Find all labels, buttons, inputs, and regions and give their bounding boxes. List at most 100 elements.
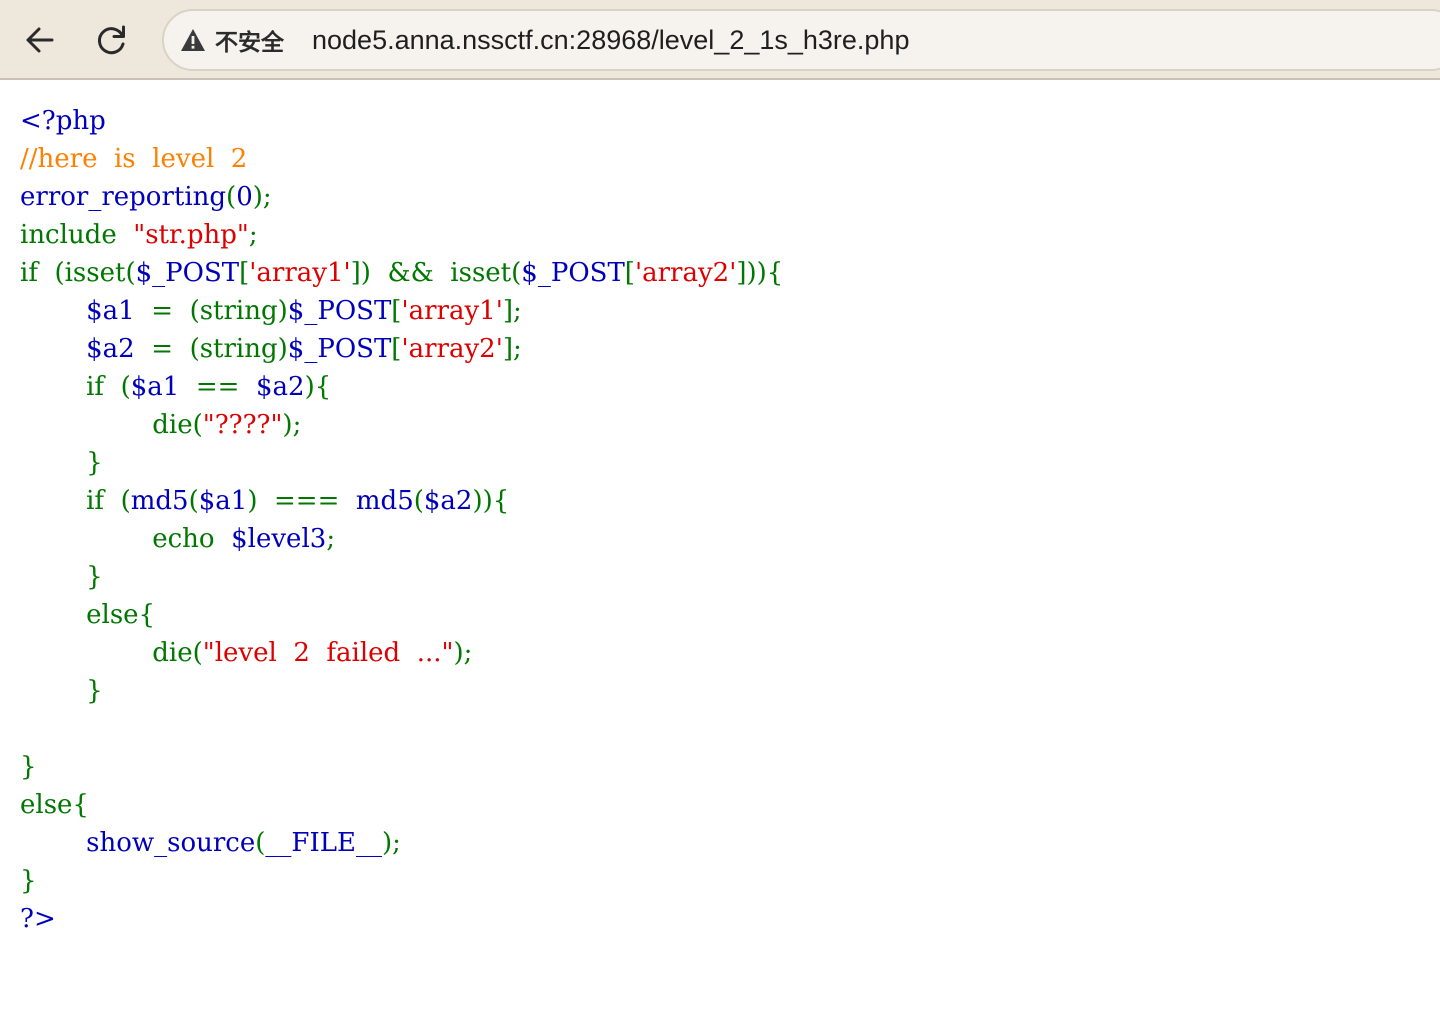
code-token: [ <box>391 334 402 364</box>
back-button[interactable] <box>16 16 64 64</box>
code-token: 0 <box>236 182 253 212</box>
code-token: ); <box>282 410 302 440</box>
code-token: = (string) <box>151 334 288 364</box>
code-token: ])){ <box>736 258 784 288</box>
code-token: $level3 <box>231 524 327 554</box>
code-token: include <box>20 220 134 250</box>
code-line: if ($a1 == $a2){ <box>20 368 1420 406</box>
code-token: 'array1' <box>401 296 503 326</box>
url-text[interactable]: node5.anna.nssctf.cn:28968/level_2_1s_h3… <box>312 25 909 56</box>
reload-icon <box>97 25 125 55</box>
code-token: [ <box>391 296 402 326</box>
code-token: } <box>20 676 103 706</box>
code-line: else{ <box>20 786 1420 824</box>
page-content: <?php//here is level 2 error_reporting(0)… <box>20 102 1420 938</box>
code-token: die( <box>20 638 203 668</box>
code-token: $_POST <box>287 334 392 364</box>
code-token: if (isset( <box>20 258 136 288</box>
code-token: ); <box>252 182 272 212</box>
code-token: )){ <box>472 486 510 516</box>
code-token: 'array2' <box>401 334 503 364</box>
code-line: die("????"); <box>20 406 1420 444</box>
code-token: ]; <box>502 296 522 326</box>
arrow-left-icon <box>26 27 54 53</box>
browser-toolbar: 不安全 node5.anna.nssctf.cn:28968/level_2_1… <box>0 0 1440 80</box>
code-line: } <box>20 444 1420 482</box>
code-token: //here is level 2 <box>20 144 248 174</box>
code-token: error_reporting <box>20 182 227 212</box>
code-line: error_reporting(0); <box>20 178 1420 216</box>
code-token: if ( <box>20 486 131 516</box>
code-token: md5 <box>130 486 189 516</box>
code-token: } <box>20 448 103 478</box>
code-token: echo <box>20 524 232 554</box>
code-line: echo $level3; <box>20 520 1420 558</box>
code-token: show_source <box>86 828 256 858</box>
code-token: $a1 <box>130 372 196 402</box>
code-token: ( <box>226 182 237 212</box>
code-token: } <box>20 562 103 592</box>
code-token: __FILE__ <box>265 828 382 858</box>
code-line: ?> <box>20 900 1420 938</box>
code-line: $a2 = (string)$_POST['array2']; <box>20 330 1420 368</box>
code-line: show_source(__FILE__); <box>20 824 1420 862</box>
code-line: } <box>20 748 1420 786</box>
code-token: "????" <box>202 410 283 440</box>
code-token: ){ <box>304 372 332 402</box>
code-token: } <box>20 752 37 782</box>
code-line: die("level 2 failed ..."); <box>20 634 1420 672</box>
code-token: <?php <box>20 106 106 136</box>
code-token: [ <box>239 258 250 288</box>
code-token: ( <box>413 486 424 516</box>
code-token: $a2 <box>423 486 473 516</box>
code-token: $_POST <box>287 296 392 326</box>
code-token: ?> <box>20 904 56 934</box>
php-source-code: <?php//here is level 2 error_reporting(0)… <box>20 102 1420 938</box>
code-line: else{ <box>20 596 1420 634</box>
code-token: 'array1' <box>249 258 351 288</box>
code-token: ; <box>248 220 258 250</box>
code-token: $_POST <box>135 258 240 288</box>
code-line: if (md5($a1) === md5($a2)){ <box>20 482 1420 520</box>
code-line: } <box>20 862 1420 900</box>
code-token: md5 <box>355 486 414 516</box>
security-indicator[interactable]: 不安全 <box>180 20 284 60</box>
code-token: if ( <box>20 372 131 402</box>
code-token: ( <box>188 486 199 516</box>
code-token: $a2 <box>255 372 305 402</box>
code-token: $a2 <box>86 334 152 364</box>
code-token: "str.php" <box>133 220 249 250</box>
code-line: <?php <box>20 102 1420 140</box>
code-line: if (isset($_POST['array1']) && isset($_P… <box>20 254 1420 292</box>
code-token: ; <box>326 524 336 554</box>
code-token: 'array2' <box>634 258 737 288</box>
code-token: $_POST <box>521 258 625 288</box>
code-line: } <box>20 672 1420 710</box>
code-token: ]; <box>502 334 522 364</box>
code-token: die( <box>20 410 203 440</box>
code-line: $a1 = (string)$_POST['array1']; <box>20 292 1420 330</box>
code-token: ); <box>453 638 473 668</box>
code-token: = (string) <box>151 296 288 326</box>
code-token: ]) && isset( <box>350 258 522 288</box>
code-token: == <box>195 372 256 402</box>
reload-button[interactable] <box>88 16 136 64</box>
address-bar[interactable]: 不安全 node5.anna.nssctf.cn:28968/level_2_1… <box>162 9 1440 71</box>
code-token: "level 2 failed ..." <box>202 638 454 668</box>
code-token: else{ <box>20 600 156 630</box>
code-token: $a1 <box>198 486 248 516</box>
security-label: 不安全 <box>215 30 284 56</box>
code-token: } <box>20 866 37 896</box>
code-token: [ <box>624 258 635 288</box>
code-token: else{ <box>20 790 89 820</box>
code-token: ) === <box>247 486 356 516</box>
code-token: $a1 <box>86 296 152 326</box>
code-line: //here is level 2 <box>20 140 1420 178</box>
code-line: include "str.php"; <box>20 216 1420 254</box>
warning-triangle-icon <box>181 29 205 51</box>
code-line: } <box>20 558 1420 596</box>
